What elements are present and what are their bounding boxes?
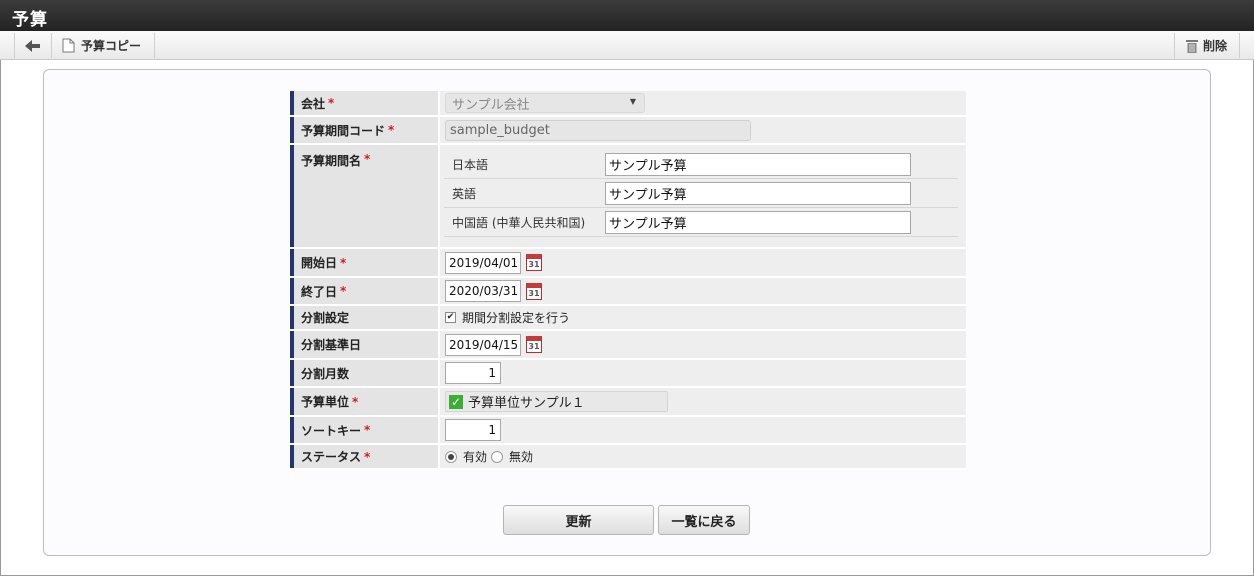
back-button[interactable] (15, 33, 51, 58)
row-start-date: 開始日 * 2019/04/01 31 (290, 249, 966, 278)
lang-row-en: 英語 サンプル予算 (444, 179, 958, 208)
toolbar-divider (154, 33, 155, 58)
status-label: ステータス * (290, 445, 438, 468)
start-date-label: 開始日 * (290, 249, 438, 276)
company-label: 会社 * (290, 91, 438, 115)
company-select[interactable]: サンプル会社 ▼ (445, 93, 645, 113)
period-name-en-input[interactable]: サンプル予算 (605, 181, 911, 205)
end-date-label: 終了日 * (290, 278, 438, 304)
row-budget-unit: 予算単位 * ✓ 予算単位サンプル１ (290, 388, 966, 417)
period-name-zh-input[interactable]: サンプル予算 (605, 210, 911, 234)
row-split-months: 分割月数 1 (290, 360, 966, 388)
row-company: 会社 * サンプル会社 ▼ (290, 91, 966, 117)
period-code-label: 予算期間コード * (290, 117, 438, 143)
budget-unit-value: 予算単位サンプル１ (468, 396, 585, 411)
sort-key-input[interactable]: 1 (445, 419, 501, 441)
start-date-input[interactable]: 2019/04/01 (445, 251, 521, 274)
row-end-date: 終了日 * 2020/03/31 31 (290, 278, 966, 306)
sort-key-label: ソートキー * (290, 417, 438, 443)
row-period-code: 予算期間コード * sample_budget (290, 117, 966, 145)
status-radio-active[interactable] (445, 450, 457, 463)
calendar-icon[interactable]: 31 (526, 336, 542, 353)
split-months-label: 分割月数 (290, 360, 438, 386)
dropdown-arrow-icon: ▼ (629, 97, 636, 106)
split-setting-checkbox-label: 期間分割設定を行う (462, 311, 571, 325)
period-code-field: sample_budget (445, 119, 751, 141)
title-bar: 予算 (0, 0, 1254, 31)
document-icon (62, 38, 75, 53)
status-radio-inactive[interactable] (491, 450, 504, 463)
calendar-icon[interactable]: 31 (526, 254, 542, 271)
split-setting-label: 分割設定 (290, 306, 438, 329)
delete-button[interactable]: 削除 (1175, 33, 1239, 58)
period-name-label: 予算期間名 * (290, 145, 438, 247)
checkmark-icon: ✓ (449, 394, 463, 409)
lang-name: 中国語 (中華人民共和国) (452, 215, 586, 230)
lang-name: 日本語 (452, 157, 489, 172)
calendar-icon[interactable]: 31 (526, 282, 542, 300)
end-date-input[interactable]: 2020/03/31 (445, 280, 521, 302)
row-split-base-date: 分割基準日 2019/04/15 31 (290, 331, 966, 360)
row-sort-key: ソートキー * 1 (290, 417, 966, 445)
update-button[interactable]: 更新 (503, 505, 654, 535)
budget-unit-field[interactable]: ✓ 予算単位サンプル１ (445, 391, 668, 412)
lang-name: 英語 (452, 186, 477, 201)
budget-unit-label: 予算単位 * (290, 388, 438, 415)
row-split-setting: 分割設定 ✔ 期間分割設定を行う (290, 306, 966, 331)
budget-copy-button[interactable]: 予算コピー (52, 33, 154, 58)
status-option-label: 有効 (463, 450, 488, 464)
row-period-name: 予算期間名 * 日本語 サンプル予算 英語 サンプル予算 中国語 (中華人民共和国… (290, 145, 966, 249)
toolbar: 予算コピー 削除 (0, 31, 1254, 60)
page-title: 予算 (12, 10, 48, 30)
budget-copy-label: 予算コピー (81, 39, 142, 53)
split-months-input[interactable]: 1 (445, 362, 501, 384)
toolbar-divider (1239, 33, 1240, 58)
delete-label: 削除 (1203, 39, 1228, 53)
trash-icon (1186, 39, 1198, 53)
budget-form: 会社 * サンプル会社 ▼ 予算期間コード * sample_budget 予算期間… (290, 91, 966, 470)
split-setting-checkbox[interactable]: ✔ (445, 312, 456, 323)
lang-row-ja: 日本語 サンプル予算 (444, 150, 958, 179)
period-name-ja-input[interactable]: サンプル予算 (605, 152, 911, 176)
back-to-list-button[interactable]: 一覧に戻る (658, 505, 750, 535)
split-base-date-label: 分割基準日 (290, 331, 438, 358)
lang-row-zh: 中国語 (中華人民共和国) サンプル予算 (444, 208, 958, 237)
row-status: ステータス * 有効 無効 (290, 445, 966, 470)
arrow-left-icon (25, 39, 40, 52)
status-option-label: 無効 (509, 450, 534, 464)
split-base-date-input[interactable]: 2019/04/15 (445, 333, 521, 356)
